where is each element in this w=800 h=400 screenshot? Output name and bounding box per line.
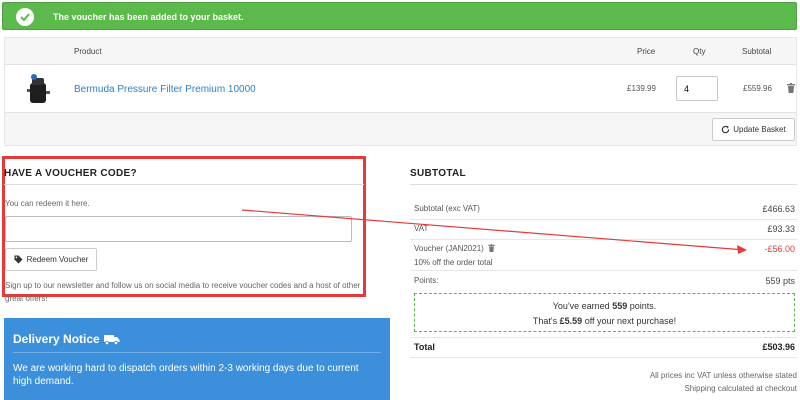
update-basket-button[interactable]: Update Basket <box>712 118 795 141</box>
points-discount-amount: £5.59 <box>559 316 583 326</box>
quantity-input[interactable] <box>676 76 718 101</box>
divider <box>410 184 797 185</box>
vat-row: VAT £93.33 <box>414 224 795 238</box>
vat-note: All prices inc VAT unless otherwise stat… <box>649 371 797 380</box>
delivery-notice-text: We are working hard to dispatch orders w… <box>13 363 359 387</box>
divider <box>13 352 381 353</box>
redeem-voucher-label: Redeem Voucher <box>26 255 89 264</box>
voucher-code-label: Voucher (JAN2021) <box>414 244 484 253</box>
summary-title: SUBTOTAL <box>410 168 466 179</box>
delivery-notice: Delivery Notice We are working hard to d… <box>4 318 390 400</box>
trash-icon[interactable] <box>488 244 495 252</box>
points-value: 559 pts <box>765 276 795 286</box>
voucher-discount-description: 10% off the order total <box>414 258 493 267</box>
basket-table: Product Price Qty Subtotal Bermuda Press… <box>4 37 797 146</box>
product-image[interactable] <box>25 73 51 105</box>
refresh-icon <box>722 125 730 134</box>
earned-points: 559 <box>612 301 628 311</box>
vat-label: VAT <box>414 224 429 233</box>
points-earned-line: You've earned 559 points. <box>552 301 657 311</box>
unit-price: £139.99 <box>627 84 656 93</box>
header-qty: Qty <box>693 47 706 56</box>
divider <box>410 270 797 271</box>
voucher-row: Voucher (JAN2021) -£56.00 <box>414 244 795 258</box>
divider <box>4 184 364 185</box>
header-price: Price <box>637 47 656 56</box>
line-subtotal: £559.96 <box>743 84 772 93</box>
delivery-notice-heading: Delivery Notice <box>13 332 100 346</box>
trash-icon[interactable] <box>787 83 795 93</box>
points-label: Points: <box>414 276 439 285</box>
divider <box>410 357 797 358</box>
subtotal-label: Subtotal (exc VAT) <box>414 204 480 213</box>
table-row: Bermuda Pressure Filter Premium 10000 £1… <box>5 65 796 113</box>
check-circle-icon <box>16 8 34 26</box>
truck-icon <box>103 334 120 345</box>
points-row: Points: 559 pts <box>414 276 795 290</box>
basket-table-header: Product Price Qty Subtotal <box>5 38 796 65</box>
header-subtotal: Subtotal <box>742 47 772 56</box>
alert-message: The voucher has been added to your baske… <box>53 12 244 22</box>
subtotal-row: Subtotal (exc VAT) £466.63 <box>414 204 795 218</box>
delivery-notice-title: Delivery Notice <box>13 332 120 346</box>
voucher-title: HAVE A VOUCHER CODE? <box>4 168 137 179</box>
success-alert: The voucher has been added to your baske… <box>2 2 797 30</box>
header-product: Product <box>74 47 102 56</box>
total-value: £503.96 <box>762 342 795 352</box>
voucher-description: You can redeem it here. <box>5 199 90 208</box>
redeem-voucher-button[interactable]: Redeem Voucher <box>5 248 97 271</box>
newsletter-signup-text: Sign up to our newsletter and follow us … <box>5 281 361 303</box>
vat-value: £93.33 <box>767 224 795 234</box>
update-basket-label: Update Basket <box>733 125 786 134</box>
points-value-line: That's £5.59 off your next purchase! <box>532 316 677 326</box>
divider <box>410 239 797 240</box>
voucher-value: -£56.00 <box>764 244 795 254</box>
points-earned-box: You've earned 559 points. That's £5.59 o… <box>414 293 795 332</box>
shipping-note: Shipping calculated at checkout <box>684 384 797 393</box>
product-link[interactable]: Bermuda Pressure Filter Premium 10000 <box>74 84 256 95</box>
tag-icon <box>14 255 23 264</box>
voucher-code-input[interactable] <box>5 216 352 242</box>
divider <box>410 337 797 338</box>
subtotal-value: £466.63 <box>762 204 795 214</box>
total-label: Total <box>414 342 435 352</box>
voucher-label: Voucher (JAN2021) <box>414 244 495 253</box>
divider <box>410 219 797 220</box>
